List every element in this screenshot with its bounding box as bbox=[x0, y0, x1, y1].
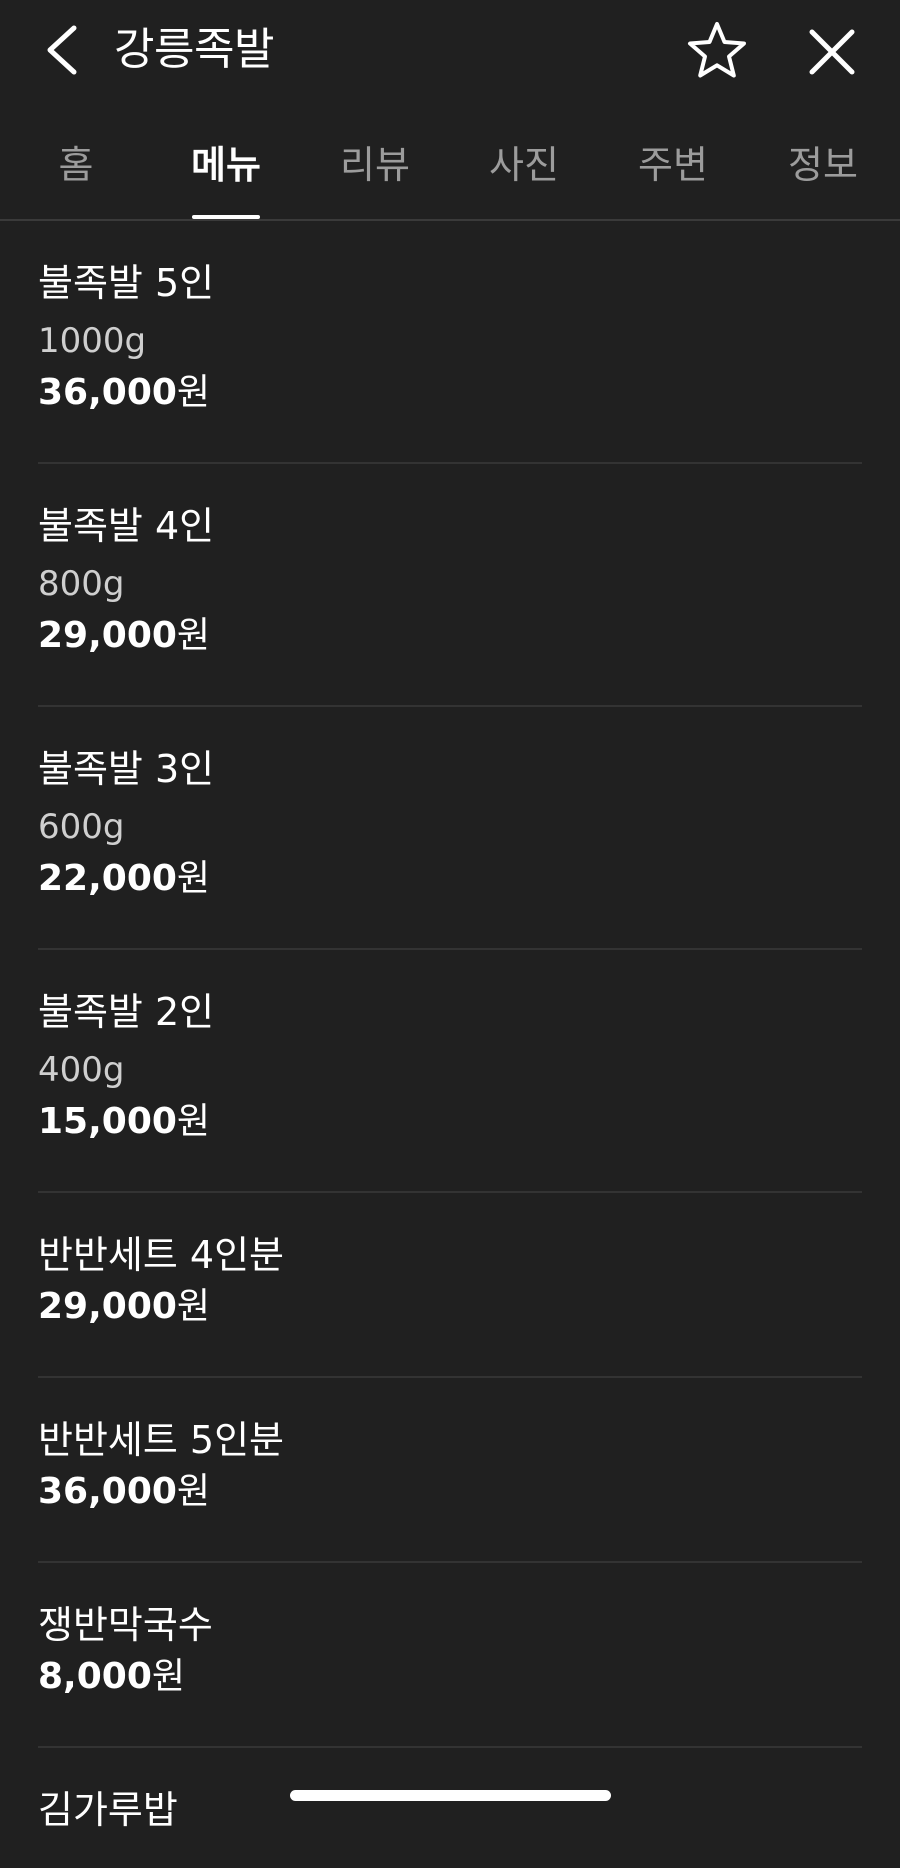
price-amount: 29,000 bbox=[38, 615, 177, 656]
price-currency: 원 bbox=[176, 615, 211, 656]
price-currency: 원 bbox=[176, 1286, 211, 1327]
menu-item[interactable]: 불족발 5인 1000g 36,000원 bbox=[38, 221, 862, 464]
menu-item-price: 8,000원 bbox=[38, 1655, 185, 1699]
tab-home[interactable]: 홈 bbox=[16, 130, 136, 200]
close-button[interactable] bbox=[800, 20, 864, 84]
menu-item[interactable]: 반반세트 5인분 36,000원 bbox=[38, 1378, 862, 1563]
chevron-left-icon bbox=[47, 25, 77, 75]
menu-item-weight: 400g bbox=[38, 1050, 125, 1090]
price-amount: 22,000 bbox=[38, 858, 177, 899]
price-amount: 8,000 bbox=[38, 1656, 152, 1697]
menu-item-price: 36,000원 bbox=[38, 371, 210, 415]
price-amount: 36,000 bbox=[38, 372, 177, 413]
menu-item[interactable]: 불족발 4인 800g 29,000원 bbox=[38, 464, 862, 707]
price-currency: 원 bbox=[176, 858, 211, 899]
price-currency: 원 bbox=[151, 1656, 185, 1697]
back-button[interactable] bbox=[36, 20, 96, 80]
tab-reviews[interactable]: 리뷰 bbox=[315, 130, 435, 200]
price-amount: 29,000 bbox=[38, 1286, 177, 1327]
menu-item-name: 불족발 4인 bbox=[38, 504, 215, 548]
menu-item-price: 15,000원 bbox=[38, 1100, 210, 1144]
menu-item-price: 29,000원 bbox=[38, 614, 210, 658]
tab-menu[interactable]: 메뉴 bbox=[166, 130, 286, 200]
tab-photos[interactable]: 사진 bbox=[464, 130, 584, 200]
price-currency: 원 bbox=[176, 1471, 211, 1512]
menu-item-weight: 800g bbox=[38, 564, 125, 604]
menu-item-name: 불족발 3인 bbox=[38, 747, 215, 791]
menu-item-weight: 600g bbox=[38, 807, 125, 847]
menu-item-price: 29,000원 bbox=[38, 1285, 210, 1329]
menu-item-name: 불족발 2인 bbox=[38, 990, 215, 1034]
menu-item-name: 반반세트 5인분 bbox=[38, 1418, 285, 1462]
close-icon bbox=[809, 29, 855, 75]
menu-item-price: 36,000원 bbox=[38, 1470, 210, 1514]
active-tab-indicator bbox=[192, 215, 260, 219]
menu-item[interactable]: 쟁반막국수 8,000원 bbox=[38, 1563, 862, 1748]
menu-item-weight: 1000g bbox=[38, 321, 147, 361]
price-amount: 15,000 bbox=[38, 1101, 177, 1142]
favorite-button[interactable] bbox=[684, 18, 750, 84]
menu-item-price: 22,000원 bbox=[38, 857, 210, 901]
menu-item[interactable]: 김가루밥 bbox=[38, 1748, 862, 1868]
tab-info[interactable]: 정보 bbox=[763, 130, 883, 200]
page-title: 강릉족발 bbox=[114, 24, 274, 75]
price-currency: 원 bbox=[176, 372, 211, 413]
menu-item-name: 불족발 5인 bbox=[38, 261, 215, 305]
menu-item-name: 김가루밥 bbox=[38, 1788, 178, 1832]
price-amount: 36,000 bbox=[38, 1471, 177, 1512]
menu-list: 불족발 5인 1000g 36,000원 불족발 4인 800g 29,000원… bbox=[38, 221, 862, 1868]
star-outline-icon bbox=[688, 22, 746, 78]
tab-bar: 홈 메뉴 리뷰 사진 주변 정보 bbox=[0, 130, 900, 221]
price-currency: 원 bbox=[176, 1101, 211, 1142]
menu-item[interactable]: 불족발 2인 400g 15,000원 bbox=[38, 950, 862, 1193]
menu-item-name: 반반세트 4인분 bbox=[38, 1233, 285, 1277]
menu-item[interactable]: 불족발 3인 600g 22,000원 bbox=[38, 707, 862, 950]
top-bar: 강릉족발 bbox=[0, 0, 900, 100]
home-indicator bbox=[290, 1790, 611, 1801]
menu-item[interactable]: 반반세트 4인분 29,000원 bbox=[38, 1193, 862, 1378]
menu-item-name: 쟁반막국수 bbox=[38, 1603, 213, 1647]
tab-nearby[interactable]: 주변 bbox=[613, 130, 733, 200]
